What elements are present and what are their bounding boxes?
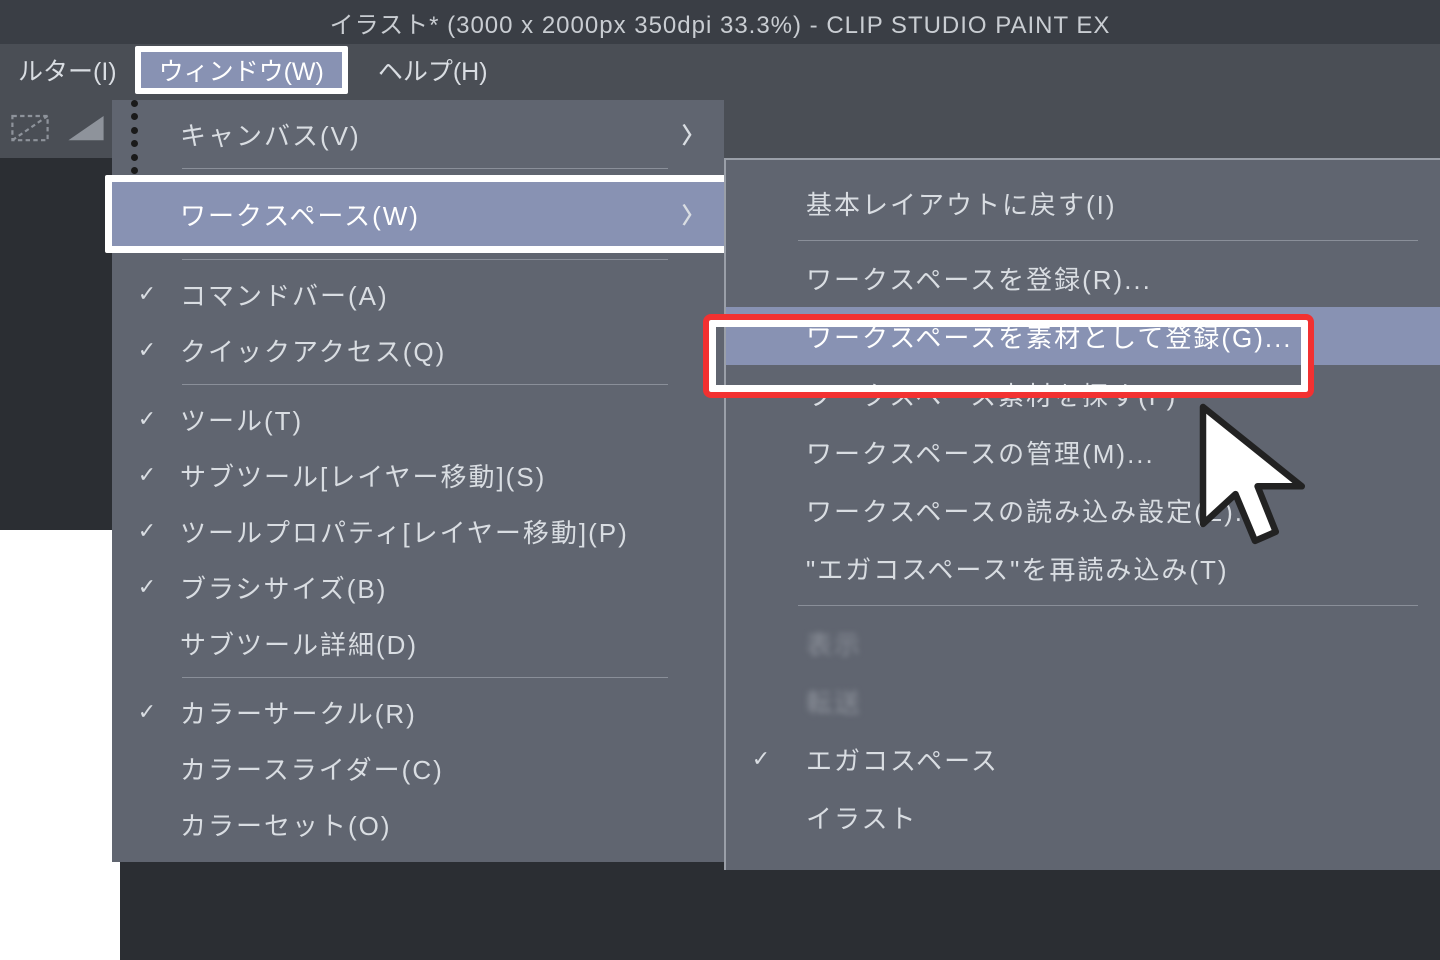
menu1-colorslider[interactable]: カラースライダー(C) <box>112 740 724 796</box>
menu2-search[interactable]: ワークスペース素材を探す(F) <box>726 365 1440 423</box>
menu2-register-material[interactable]: ワークスペースを素材として登録(G)... <box>726 307 1440 365</box>
chevron-right-icon: 〉 <box>682 198 704 230</box>
menu2-reload[interactable]: "エガコスペース"を再読み込み(T) <box>726 539 1440 597</box>
separator <box>182 677 668 678</box>
menu2-egako-label: エガコスペース <box>782 741 1422 778</box>
menu1-brushsize[interactable]: ✓ ブラシサイズ(B) <box>112 559 724 615</box>
menu2-readsetting-label: ワークスペースの読み込み設定(E)... <box>782 492 1422 529</box>
check-icon: ✓ <box>130 699 164 725</box>
highlight-box-workspace: ワークスペース(W) 〉 <box>105 175 731 253</box>
connector-dots <box>130 100 138 174</box>
highlight-box-window: ウィンドウ(W) <box>135 46 348 94</box>
menu2-reset-label: 基本レイアウトに戻す(I) <box>782 185 1422 222</box>
check-icon: ✓ <box>130 462 164 488</box>
menu2-blur2[interactable]: 転送 <box>726 672 1440 730</box>
menu1-subtooldetail-label: サブツール詳細(D) <box>164 625 704 662</box>
select-fill-icon[interactable] <box>62 103 110 151</box>
menu1-subtooldetail[interactable]: サブツール詳細(D) <box>112 615 724 671</box>
menu2-register[interactable]: ワークスペースを登録(R)... <box>726 249 1440 307</box>
menu2-register-material-label: ワークスペースを素材として登録(G)... <box>782 318 1422 355</box>
chevron-right-icon: 〉 <box>682 118 704 150</box>
menu-help[interactable]: ヘルプ(H) <box>360 44 506 96</box>
menubar: ルター(I) ウィンドウ(W) ヘルプ(H) <box>0 44 1440 96</box>
menu1-workspace[interactable]: ワークスペース(W) 〉 <box>112 182 724 246</box>
menu1-workspace-label: ワークスペース(W) <box>164 196 682 233</box>
menu2-register-label: ワークスペースを登録(R)... <box>782 260 1422 297</box>
menu2-manage-label: ワークスペースの管理(M)... <box>782 434 1422 471</box>
menu1-commandbar-label: コマンドバー(A) <box>164 276 704 313</box>
separator <box>182 168 668 169</box>
menu1-quickaccess[interactable]: ✓ クイックアクセス(Q) <box>112 322 724 378</box>
menu1-subtool[interactable]: ✓ サブツール[レイヤー移動](S) <box>112 447 724 503</box>
menu1-toolprop[interactable]: ✓ ツールプロパティ[レイヤー移動](P) <box>112 503 724 559</box>
menu2-blur2-label: 転送 <box>782 683 1422 720</box>
titlebar: イラスト* (3000 x 2000px 350dpi 33.3%) - CLI… <box>0 0 1440 44</box>
submenu-workspace: 基本レイアウトに戻す(I) ワークスペースを登録(R)... ワークスペースを素… <box>724 158 1440 870</box>
menu1-brushsize-label: ブラシサイズ(B) <box>164 569 704 606</box>
check-icon: ✓ <box>130 406 164 432</box>
menu-window[interactable]: ウィンドウ(W) <box>141 52 342 88</box>
menu1-toolprop-label: ツールプロパティ[レイヤー移動](P) <box>164 513 704 550</box>
canvas-paper <box>0 530 120 960</box>
menu1-colorslider-label: カラースライダー(C) <box>164 750 704 787</box>
menu2-illust-label: イラスト <box>782 799 1422 836</box>
menu2-blur1[interactable]: 表示 <box>726 614 1440 672</box>
menu1-colorcircle-label: カラーサークル(R) <box>164 694 704 731</box>
check-icon: ✓ <box>130 281 164 307</box>
menu2-blur1-label: 表示 <box>782 625 1422 662</box>
menu1-colorset[interactable]: カラーセット(O) <box>112 796 724 852</box>
separator <box>798 605 1418 606</box>
menu2-readsetting[interactable]: ワークスペースの読み込み設定(E)... <box>726 481 1440 539</box>
menu1-tool[interactable]: ✓ ツール(T) <box>112 391 724 447</box>
menu-filter[interactable]: ルター(I) <box>0 44 135 96</box>
menu2-egako[interactable]: ✓ エガコスペース <box>726 730 1440 788</box>
menu2-search-label: ワークスペース素材を探す(F) <box>782 376 1422 413</box>
menu1-tool-label: ツール(T) <box>164 401 704 438</box>
check-icon: ✓ <box>130 574 164 600</box>
menu2-reset[interactable]: 基本レイアウトに戻す(I) <box>726 174 1440 232</box>
menu1-commandbar[interactable]: ✓ コマンドバー(A) <box>112 266 724 322</box>
menu1-canvas-label: キャンバス(V) <box>164 116 682 153</box>
cursor-icon <box>1190 400 1320 570</box>
menu2-illust[interactable]: イラスト <box>726 788 1440 846</box>
check-icon: ✓ <box>742 746 782 772</box>
dropdown-window: キャンバス(V) 〉 ワークスペース(W) 〉 ✓ コマンドバー(A) ✓ クイ… <box>112 100 724 862</box>
menu1-subtool-label: サブツール[レイヤー移動](S) <box>164 457 704 494</box>
menu1-quickaccess-label: クイックアクセス(Q) <box>164 332 704 369</box>
check-icon: ✓ <box>130 337 164 363</box>
menu1-colorcircle[interactable]: ✓ カラーサークル(R) <box>112 684 724 740</box>
menu1-canvas[interactable]: キャンバス(V) 〉 <box>112 106 724 162</box>
separator <box>182 384 668 385</box>
separator <box>798 240 1418 241</box>
menu1-colorset-label: カラーセット(O) <box>164 806 704 843</box>
check-icon: ✓ <box>130 518 164 544</box>
select-outline-icon[interactable] <box>6 103 54 151</box>
menu2-manage[interactable]: ワークスペースの管理(M)... <box>726 423 1440 481</box>
separator <box>182 259 668 260</box>
menu2-reload-label: "エガコスペース"を再読み込み(T) <box>782 550 1422 587</box>
